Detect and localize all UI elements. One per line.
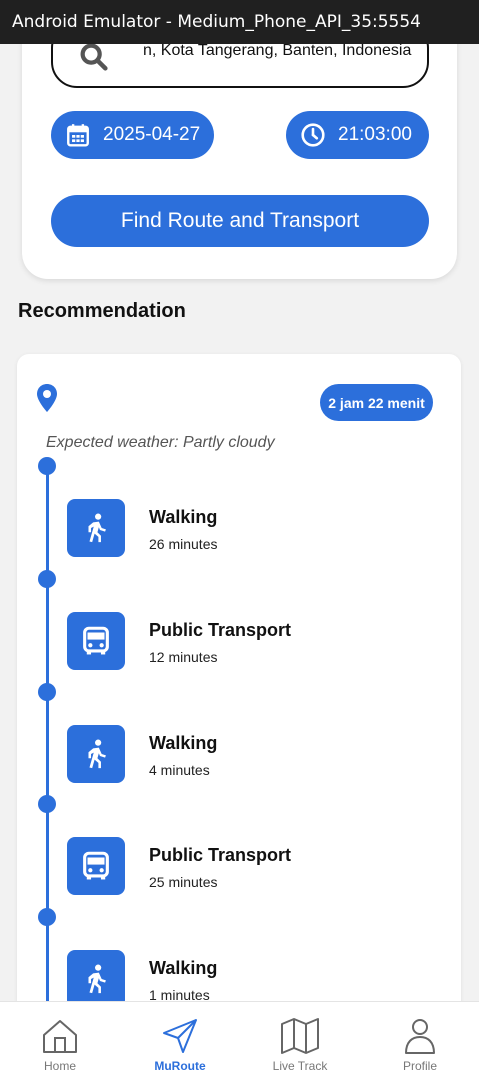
expected-weather-text: Expected weather: Partly cloudy xyxy=(46,434,275,451)
walking-icon xyxy=(88,739,106,769)
step-title: Public Transport xyxy=(149,620,292,640)
walking-icon xyxy=(88,513,106,543)
clock-icon xyxy=(301,123,325,147)
step-duration: 26 minutes xyxy=(149,536,218,552)
total-duration-badge: 2 jam 22 menit xyxy=(320,384,433,421)
step-title: Walking xyxy=(149,733,218,753)
route-recommendation-card[interactable]: 2 jam 22 menit Expected weather: Partly … xyxy=(17,354,461,1014)
step-icon-box xyxy=(67,612,125,670)
nav-item-muroute[interactable]: MuRoute xyxy=(120,1002,240,1082)
recommendation-heading: Recommendation xyxy=(18,300,186,322)
timeline-dot xyxy=(38,457,56,475)
timeline-dot xyxy=(38,570,56,588)
nav-label-profile: Profile xyxy=(402,1059,437,1073)
timeline-dot xyxy=(38,908,56,926)
home-icon xyxy=(43,1020,77,1053)
timeline-dot xyxy=(38,795,56,813)
timeline-line xyxy=(46,466,49,1014)
nav-item-home[interactable]: Home xyxy=(0,1002,120,1082)
step-duration: 4 minutes xyxy=(149,762,210,778)
step-title: Walking xyxy=(149,958,218,978)
step-title: Public Transport xyxy=(149,845,292,865)
step-icon-box xyxy=(67,950,125,1008)
step-icon-box xyxy=(67,725,125,783)
bus-icon xyxy=(83,851,109,880)
destination-search-value: n, Kota Tangerang, Banten, Indonesia xyxy=(143,42,412,59)
nav-label-muroute: MuRoute xyxy=(154,1059,206,1073)
step-duration: 25 minutes xyxy=(149,874,218,890)
bottom-navigation: Home MuRoute Live Track Profile xyxy=(0,1001,479,1082)
date-picker-button[interactable]: 2025-04-27 xyxy=(51,111,214,159)
navigation-arrow-icon xyxy=(163,1019,197,1053)
nav-label-home: Home xyxy=(43,1059,76,1073)
time-picker-button[interactable]: 21:03:00 xyxy=(286,111,429,159)
nav-label-live-track: Live Track xyxy=(272,1059,328,1073)
step-title: Walking xyxy=(149,507,218,527)
nav-item-profile[interactable]: Profile xyxy=(360,1002,479,1082)
location-pin-icon xyxy=(37,384,57,412)
map-icon xyxy=(281,1018,319,1054)
timeline-dot xyxy=(38,683,56,701)
bus-icon xyxy=(83,626,109,655)
find-route-button[interactable]: Find Route and Transport xyxy=(51,195,429,247)
step-icon-box xyxy=(67,499,125,557)
time-value: 21:03:00 xyxy=(338,124,412,145)
search-icon xyxy=(80,43,108,71)
person-icon xyxy=(405,1019,435,1054)
date-value: 2025-04-27 xyxy=(103,124,201,145)
step-duration: 12 minutes xyxy=(149,649,218,665)
walking-icon xyxy=(88,964,106,994)
window-title: Android Emulator - Medium_Phone_API_35:5… xyxy=(0,0,479,44)
step-icon-box xyxy=(67,837,125,895)
calendar-icon xyxy=(67,124,89,147)
nav-item-live-track[interactable]: Live Track xyxy=(240,1002,360,1082)
